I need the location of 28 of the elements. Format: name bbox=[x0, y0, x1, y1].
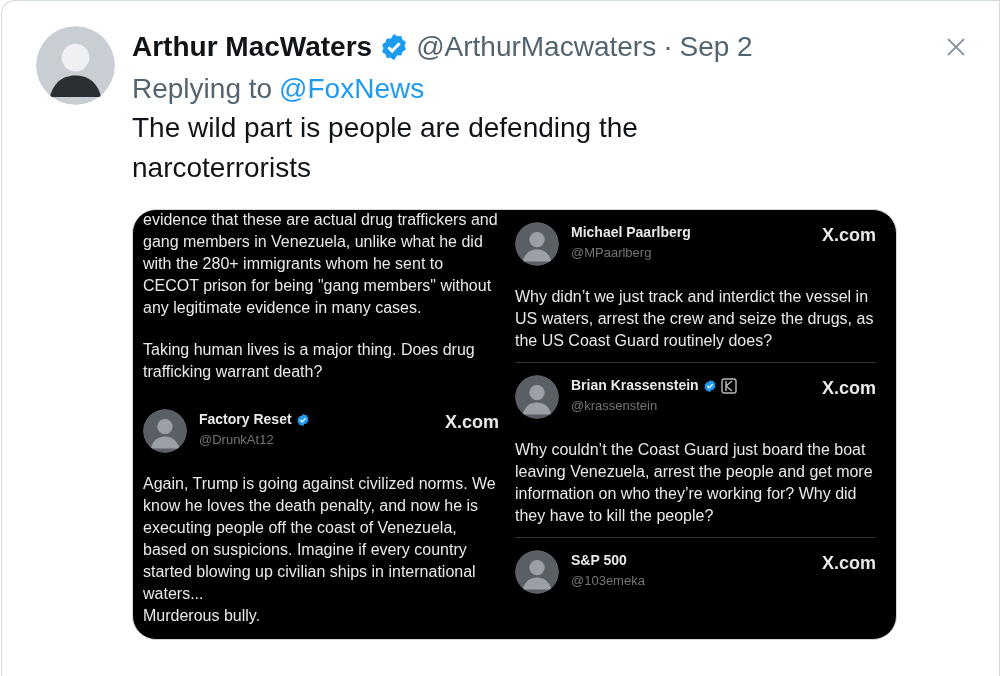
post-date[interactable]: Sep 2 bbox=[679, 26, 753, 68]
separator: · bbox=[663, 30, 673, 64]
attached-screenshot[interactable] bbox=[132, 209, 897, 640]
avatar bbox=[143, 409, 187, 453]
author-name: Brian Krassenstein bbox=[571, 376, 699, 395]
tweet-text: The wild part is people are defending the narcoterrorists bbox=[132, 111, 639, 185]
post-text: Taking human lives is a major thing. Does drug trafficking warrant death? bbox=[143, 340, 476, 382]
author-name[interactable]: Arthur MacWaters bbox=[132, 26, 373, 68]
post-text: Why couldn’t the Coast Guard just board the boat leaving Venezuela, arrest the people and get more information on who they’re working for? Why did they have to kill the people? bbox=[515, 440, 874, 526]
author-handle: @103emeka bbox=[571, 572, 646, 590]
author-handle[interactable]: @ArthurMacwaters bbox=[416, 26, 657, 68]
avatar bbox=[515, 550, 559, 594]
avatar bbox=[515, 375, 559, 419]
author-name: Michael Paarlberg bbox=[571, 223, 691, 242]
author-handle: @krassenstein bbox=[571, 397, 659, 415]
author-name: Factory Reset bbox=[199, 410, 292, 429]
post-text: Again, Trump is going against civilized norms. We know he loves the death penalty, and now he is executing people off the coast of Venezuela, based on suspicions. Imagine if every country started blowing up civilian ships in international waters... Murderous bully. bbox=[143, 474, 497, 626]
post-text: Why didn’t we just track and interdict the vessel in US waters, arrest the crew and seize the drugs, as the US Coast Guard routinely does? bbox=[515, 287, 875, 351]
source-label: X.com bbox=[821, 554, 876, 572]
reply-label: Replying to bbox=[132, 72, 273, 106]
source-label: X.com bbox=[821, 379, 876, 397]
author-name: S&P 500 bbox=[571, 551, 627, 570]
avatar bbox=[515, 222, 559, 266]
source-label: X.com bbox=[821, 226, 876, 244]
author-handle: @DrunkAt12 bbox=[199, 431, 275, 449]
post-text: evidence that these are actual drug traffickers and gang members in Venezuela, unlike what he did with the 280+ immigrants whom he sent to CECOT prison for being "gang members" without any legitimate evidence in many cases. bbox=[143, 210, 499, 318]
author-handle: @MPaarlberg bbox=[571, 244, 653, 262]
source-label: X.com bbox=[444, 413, 499, 431]
